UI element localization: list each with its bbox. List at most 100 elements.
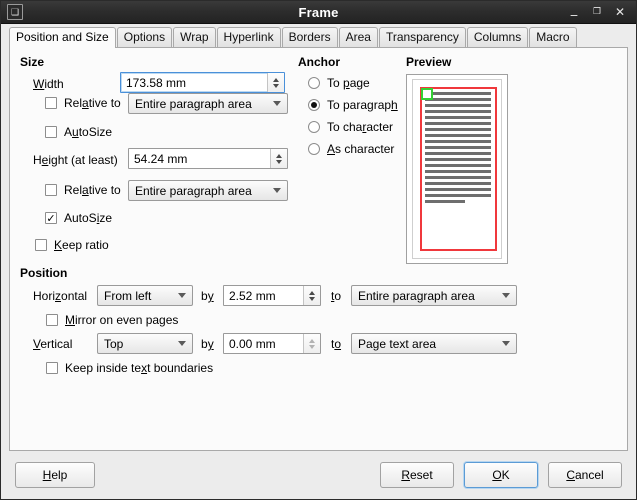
width-value: 173.58 mm	[126, 75, 187, 90]
spinner-down-icon[interactable]	[309, 296, 315, 301]
tab-bar: Position and Size Options Wrap Hyperlink…	[1, 24, 636, 48]
anchor-option-to-page[interactable]: To page	[308, 76, 370, 90]
tab-label: Wrap	[180, 30, 209, 44]
close-icon[interactable]: ✕	[614, 6, 626, 18]
height-input[interactable]: 54.24 mm	[128, 148, 288, 169]
cancel-button[interactable]: Cancel	[548, 462, 622, 488]
preview-text-line	[425, 158, 491, 161]
horizontal-by-spinner[interactable]	[303, 286, 320, 305]
height-relative-checkbox[interactable]: Relative to	[45, 183, 121, 197]
tab-label: Options	[123, 30, 166, 44]
chevron-down-icon	[273, 101, 281, 106]
checkbox-box	[45, 184, 57, 196]
preview-text-line	[425, 188, 491, 191]
vertical-dropdown[interactable]: Top	[97, 333, 193, 354]
cancel-label: Cancel	[566, 468, 604, 482]
checkbox-box	[35, 239, 47, 251]
tab-options[interactable]: Options	[116, 27, 173, 47]
preview-text-line	[425, 194, 491, 197]
vertical-value: Top	[104, 336, 124, 351]
anchor-option-to-paragraph[interactable]: To paragraph	[308, 98, 398, 112]
tab-label: Hyperlink	[223, 30, 274, 44]
document-icon: ❑	[7, 4, 23, 20]
checkbox-box	[46, 362, 58, 374]
position-and-size-panel: Size Width 173.58 mm Relative to Entire …	[9, 47, 628, 451]
horizontal-by-label: by	[201, 289, 214, 303]
position-group-label: Position	[20, 266, 68, 280]
keep-ratio-checkbox[interactable]: Keep ratio	[35, 238, 109, 252]
spinner-down-icon[interactable]	[273, 83, 279, 88]
anchor-group-label: Anchor	[298, 55, 340, 69]
radio-box	[308, 121, 320, 133]
help-button[interactable]: Help	[15, 462, 95, 488]
spinner-down-icon[interactable]	[276, 159, 282, 164]
frame-dialog: ❑ Frame _ ❐ ✕ Position and Size Options …	[0, 0, 637, 500]
horizontal-dropdown[interactable]: From left	[97, 285, 193, 306]
vertical-by-label: by	[201, 337, 214, 351]
anchor-option-label: To paragraph	[327, 98, 398, 112]
vertical-label: Vertical	[33, 337, 73, 351]
anchor-option-to-character[interactable]: To character	[308, 120, 393, 134]
size-group-label: Size	[20, 55, 45, 69]
tab-label: Area	[345, 30, 371, 44]
tab-macro[interactable]: Macro	[529, 27, 577, 47]
checkbox-box	[46, 314, 58, 326]
horizontal-by-input[interactable]: 2.52 mm	[223, 285, 321, 306]
preview-text-line	[425, 104, 491, 107]
window-controls: _ ❐ ✕	[568, 3, 636, 19]
mirror-even-pages-checkbox[interactable]: Mirror on even pages	[46, 313, 178, 327]
tab-area[interactable]: Area	[338, 27, 378, 47]
vertical-by-input[interactable]: 0.00 mm	[223, 333, 321, 354]
horizontal-to-dropdown[interactable]: Entire paragraph area	[351, 285, 517, 306]
preview-text-line	[425, 134, 491, 137]
window-title: Frame	[298, 4, 339, 20]
radio-box	[308, 99, 320, 111]
preview-text-line	[425, 164, 491, 167]
width-autosize-checkbox[interactable]: AutoSize	[45, 125, 112, 139]
preview-text-line	[425, 140, 491, 143]
checkbox-box	[45, 97, 57, 109]
width-input[interactable]: 173.58 mm	[120, 72, 285, 93]
minimize-icon[interactable]: _	[568, 3, 580, 16]
chevron-down-icon	[178, 341, 186, 346]
tab-wrap[interactable]: Wrap	[173, 27, 216, 47]
height-autosize-checkbox[interactable]: ✓ AutoSize	[45, 211, 112, 225]
spinner-up-icon[interactable]	[309, 290, 315, 295]
height-autosize-label: AutoSize	[64, 211, 113, 225]
height-relative-dropdown[interactable]: Entire paragraph area	[128, 180, 288, 201]
anchor-option-as-character[interactable]: As character	[308, 142, 394, 156]
tab-label: Borders	[288, 30, 331, 44]
width-spinner[interactable]	[267, 73, 284, 92]
vertical-to-dropdown[interactable]: Page text area	[351, 333, 517, 354]
anchor-option-label: As character	[327, 142, 395, 156]
reset-button[interactable]: Reset	[380, 462, 454, 488]
title-bar: ❑ Frame _ ❐ ✕	[1, 1, 636, 24]
spinner-up-icon[interactable]	[276, 153, 282, 158]
preview-text-lines	[425, 92, 491, 206]
height-label: Height (at least)	[33, 153, 118, 167]
height-spinner[interactable]	[270, 149, 287, 168]
tab-borders[interactable]: Borders	[281, 27, 338, 47]
width-relative-label: Relative to	[64, 96, 121, 110]
ok-button[interactable]: OK	[464, 462, 538, 488]
width-relative-checkbox[interactable]: Relative to	[45, 96, 121, 110]
preview-anchor-marker	[421, 88, 433, 100]
preview-text-line	[425, 146, 491, 149]
preview-pane	[406, 74, 508, 264]
vertical-to-label: to	[331, 337, 342, 351]
tab-transparency[interactable]: Transparency	[378, 27, 466, 47]
horizontal-value: From left	[104, 288, 152, 303]
width-relative-dropdown[interactable]: Entire paragraph area	[128, 93, 288, 114]
tab-label: Columns	[473, 30, 522, 44]
preview-text-line	[425, 128, 491, 131]
preview-text-line	[425, 116, 491, 119]
preview-text-line	[425, 92, 491, 95]
maximize-icon[interactable]: ❐	[591, 7, 603, 17]
radio-box	[308, 143, 320, 155]
tab-hyperlink[interactable]: Hyperlink	[216, 27, 281, 47]
spinner-up-icon[interactable]	[273, 77, 279, 82]
keep-inside-boundaries-checkbox[interactable]: Keep inside text boundaries	[46, 361, 213, 375]
width-autosize-label: AutoSize	[64, 125, 113, 139]
tab-columns[interactable]: Columns	[466, 27, 529, 47]
tab-position-and-size[interactable]: Position and Size	[9, 27, 116, 48]
